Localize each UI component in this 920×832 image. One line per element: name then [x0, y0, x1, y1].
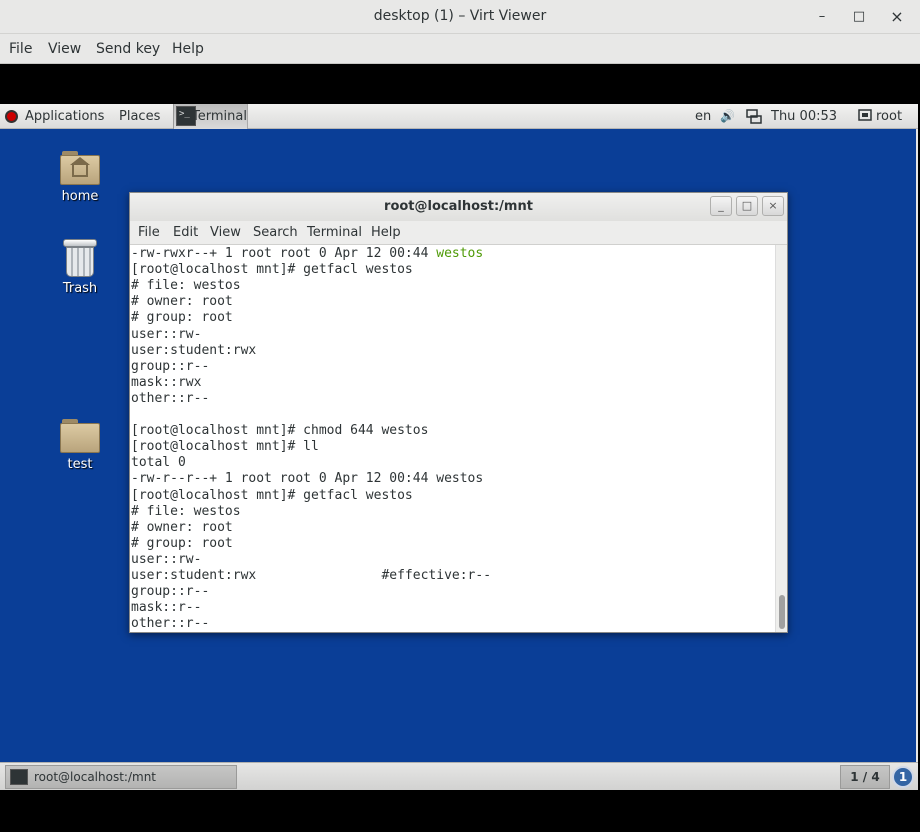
home-folder-icon: [60, 151, 100, 185]
terminal-line: mask::rwx: [131, 374, 202, 390]
taskbar-label: root@localhost:/mnt: [34, 770, 157, 784]
terminal-line: # file: westos: [131, 503, 241, 519]
network-icon[interactable]: [746, 108, 762, 128]
terminal-menu-search[interactable]: Search: [253, 225, 298, 240]
trash-icon: [63, 239, 97, 277]
terminal-menu-view[interactable]: View: [210, 225, 241, 240]
terminal-menu-help[interactable]: Help: [371, 225, 401, 240]
terminal-menu-file[interactable]: File: [138, 225, 160, 240]
viewer-menubar: File View Send key Help: [0, 34, 920, 64]
terminal-line: group::r--: [131, 358, 210, 374]
terminal-line: user::rw-: [131, 326, 202, 342]
desktop-icon-label: Trash: [62, 281, 98, 296]
terminal-line: total 0: [131, 455, 186, 471]
viewer-letterbox-top: [0, 64, 918, 104]
desktop-icon-label: home: [61, 189, 99, 204]
terminal-line: # group: root: [131, 310, 233, 326]
viewer-title: desktop (1) – Virt Viewer: [373, 8, 547, 24]
notification-badge[interactable]: 1: [892, 766, 914, 788]
terminal-line: mask::r--: [131, 600, 202, 616]
terminal-line: other::r--: [131, 390, 210, 406]
applications-menu[interactable]: Applications: [25, 109, 104, 124]
terminal-line: [root@localhost mnt]# chmod 644 westos: [131, 423, 429, 439]
panel-terminal-task[interactable]: Terminal: [173, 104, 248, 129]
terminal-maximize-button[interactable]: □: [736, 196, 758, 216]
menu-view[interactable]: View: [48, 41, 81, 57]
speaker-icon[interactable]: 🔊: [720, 109, 735, 123]
gnome-top-panel: Applications Places Terminal en 🔊 Thu 00…: [0, 104, 918, 129]
user-icon[interactable]: [858, 108, 872, 126]
workspace-switcher[interactable]: 1 / 4: [840, 765, 890, 789]
terminal-line: user::rw-: [131, 551, 202, 567]
terminal-close-button[interactable]: ×: [762, 196, 784, 216]
folder-icon: [60, 419, 100, 453]
redhat-logo-icon: [5, 110, 18, 123]
clock[interactable]: Thu 00:53: [771, 109, 837, 124]
terminal-line: [root@localhost mnt]# ll: [131, 439, 319, 455]
places-menu[interactable]: Places: [119, 109, 160, 124]
user-menu[interactable]: root: [876, 109, 902, 124]
terminal-menubar: File Edit View Search Terminal Help: [130, 221, 787, 245]
terminal-title: root@localhost:/mnt: [384, 199, 533, 214]
maximize-button[interactable]: □: [848, 6, 870, 28]
menu-send-key[interactable]: Send key: [96, 41, 160, 57]
terminal-line: [root@localhost mnt]# getfacl westos: [131, 262, 413, 278]
terminal-line: -rw-r--r--+ 1 root root 0 Apr 12 00:44 w…: [131, 471, 484, 487]
viewer-letterbox-bottom: [0, 790, 920, 832]
terminal-minimize-button[interactable]: _: [710, 196, 732, 216]
terminal-output[interactable]: -rw-rwxr--+ 1 root root 0 Apr 12 00:44 w…: [130, 245, 775, 632]
terminal-scrollbar-thumb[interactable]: [779, 595, 785, 629]
desktop-icon-label: test: [67, 457, 93, 472]
close-button[interactable]: ×: [886, 6, 908, 28]
desktop-icon-trash[interactable]: Trash: [40, 239, 120, 296]
ls-file-name: westos: [436, 246, 484, 261]
terminal-line: user:student:rwx #effective:r--: [131, 568, 492, 583]
gnome-bottom-panel: root@localhost:/mnt 1 / 4 1: [0, 762, 918, 790]
menu-file[interactable]: File: [9, 41, 32, 57]
language-indicator[interactable]: en: [695, 109, 711, 124]
terminal-line: user:student:rwx: [131, 342, 257, 358]
terminal-line: # file: westos: [131, 278, 241, 294]
terminal-titlebar[interactable]: root@localhost:/mnt _ □ ×: [130, 193, 787, 221]
terminal-menu-terminal[interactable]: Terminal: [307, 225, 362, 240]
terminal-menu-edit[interactable]: Edit: [173, 225, 198, 240]
terminal-icon: [10, 769, 28, 785]
terminal-line: other::r--: [131, 616, 210, 632]
minimize-button[interactable]: –: [811, 6, 833, 28]
terminal-line: # group: root: [131, 535, 233, 551]
viewer-titlebar: desktop (1) – Virt Viewer – □ ×: [0, 0, 920, 34]
panel-terminal-label: Terminal: [192, 109, 247, 124]
terminal-scrollbar[interactable]: [775, 245, 787, 632]
menu-help[interactable]: Help: [172, 41, 204, 57]
desktop-icon-test[interactable]: test: [40, 419, 120, 472]
terminal-line: # owner: root: [131, 519, 233, 535]
terminal-line: group::r--: [131, 584, 210, 600]
terminal-line: [root@localhost mnt]# getfacl westos: [131, 487, 413, 503]
terminal-line: -rw-rwxr--+ 1 root root 0 Apr 12 00:44 w…: [131, 246, 484, 261]
terminal-window[interactable]: root@localhost:/mnt _ □ × File Edit View…: [129, 192, 788, 633]
desktop-icon-home[interactable]: home: [40, 151, 120, 204]
taskbar-terminal[interactable]: root@localhost:/mnt: [5, 765, 237, 789]
terminal-line: # owner: root: [131, 294, 233, 310]
